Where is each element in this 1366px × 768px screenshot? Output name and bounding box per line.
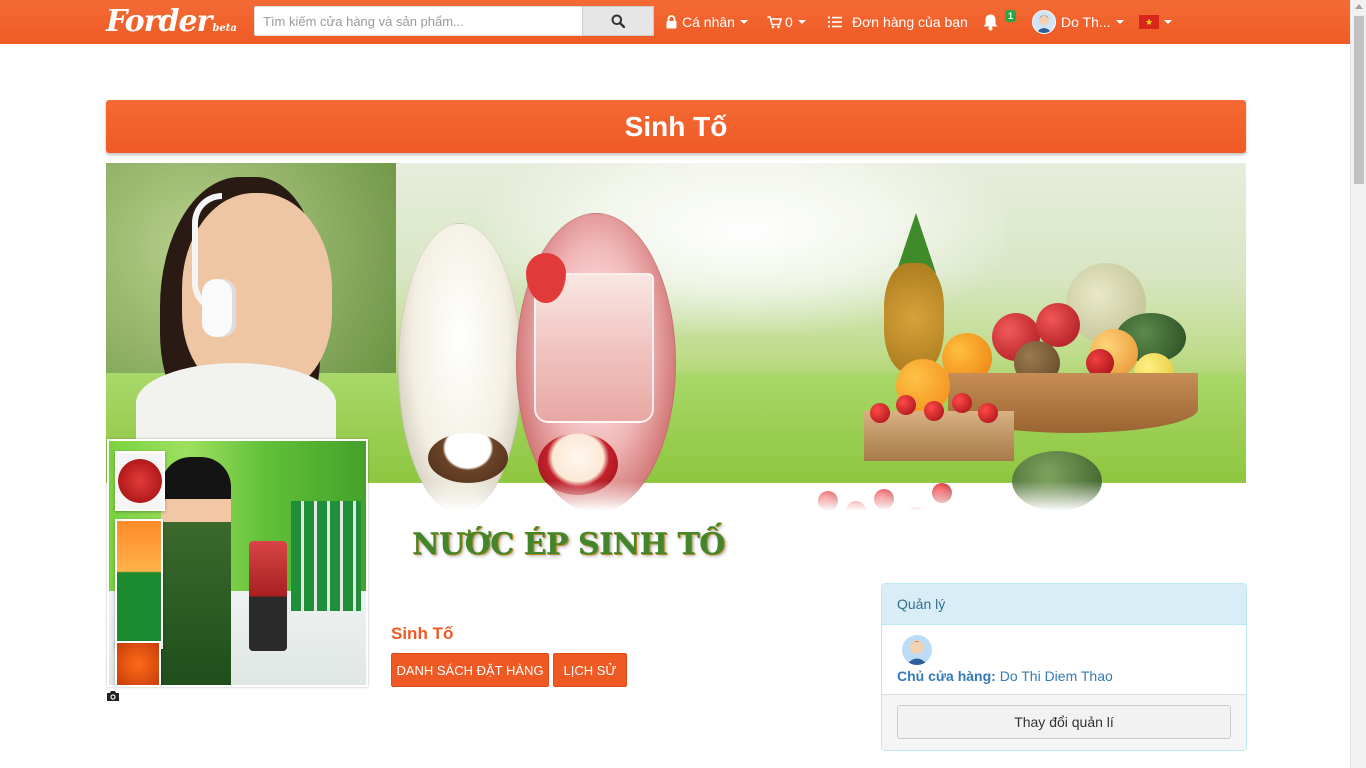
owner-line: Chủ cửa hàng: Do Thi Diem Thao: [897, 668, 1113, 684]
lock-icon: [666, 15, 677, 29]
cherry: [952, 393, 972, 413]
cart-icon: [767, 15, 782, 28]
list-icon: [828, 16, 842, 28]
chevron-down-icon: [1115, 20, 1124, 24]
manager-panel: Quản lý Chủ cửa hàng: Do Thi Diem Thao T…: [881, 583, 1247, 751]
pineapple: [884, 263, 944, 373]
shop-title-bar: Sinh Tố: [106, 100, 1246, 153]
bell-icon: [983, 14, 998, 31]
manager-panel-heading: Quản lý: [882, 584, 1246, 625]
avatar: [1032, 10, 1056, 34]
photo-blender: [249, 541, 287, 651]
forder-logo[interactable]: Forderbeta: [106, 4, 237, 40]
user-name: Do Th...: [1061, 14, 1111, 30]
top-navbar: Forderbeta Cá nhân 0 Đơn: [0, 0, 1350, 44]
page-title: Sinh Tố: [624, 110, 728, 142]
cart-count: 0: [785, 14, 793, 30]
red-apple: [1036, 303, 1080, 347]
logo-beta-badge: beta: [212, 23, 237, 34]
owner-label: Chủ cửa hàng:: [897, 668, 996, 684]
user-menu[interactable]: Do Th...: [1032, 0, 1124, 44]
manager-panel-footer: Thay đổi quản lí: [882, 695, 1246, 750]
manager-panel-body: Chủ cửa hàng: Do Thi Diem Thao: [882, 625, 1246, 695]
order-list-button[interactable]: DANH SÁCH ĐẶT HÀNG: [391, 653, 549, 687]
orders-link[interactable]: Đơn hàng của bạn: [828, 0, 968, 44]
vietnam-flag: ★: [1139, 15, 1159, 29]
camera-icon[interactable]: [106, 690, 120, 702]
photo-cups: [291, 501, 361, 611]
photo-card: [115, 519, 163, 649]
cherry: [896, 395, 916, 415]
personal-menu[interactable]: Cá nhân: [666, 0, 748, 44]
chevron-down-icon: [797, 20, 806, 24]
notification-badge: 1: [1005, 10, 1017, 22]
page-scrollbar[interactable]: [1350, 0, 1366, 768]
cherry: [870, 403, 890, 423]
cover-girl-shirt: [136, 363, 336, 443]
scrollbar-thumb[interactable]: [1354, 16, 1364, 184]
notifications-button[interactable]: [982, 0, 999, 44]
chevron-down-icon: [1164, 20, 1172, 24]
search-icon: [611, 14, 625, 28]
search-button[interactable]: [582, 6, 654, 36]
headphone-cup: [202, 279, 236, 337]
change-manager-button[interactable]: Thay đổi quản lí: [897, 705, 1231, 739]
search-bar: [254, 6, 654, 36]
logo-text: Forder: [106, 4, 212, 39]
orders-link-label: Đơn hàng của bạn: [852, 14, 968, 30]
photo-card: [115, 451, 165, 511]
photo-person: [161, 457, 231, 685]
language-menu[interactable]: ★: [1139, 0, 1172, 44]
owner-name-link[interactable]: Do Thi Diem Thao: [1000, 668, 1113, 684]
cherry: [924, 401, 944, 421]
photo-card: [115, 641, 161, 685]
coconut: [428, 433, 508, 483]
history-button[interactable]: LỊCH SỬ: [553, 653, 627, 687]
chevron-down-icon: [739, 20, 748, 24]
scroll-up-arrow-icon[interactable]: [1355, 4, 1363, 9]
shop-avatar-photo[interactable]: [107, 439, 368, 687]
cover-caption: NƯỚC ÉP SINH TỐ: [412, 527, 725, 562]
cherry: [978, 403, 998, 423]
shop-name: Sinh Tố: [391, 624, 454, 643]
personal-menu-label: Cá nhân: [682, 14, 735, 30]
avatar[interactable]: [902, 635, 932, 665]
search-input[interactable]: [255, 7, 583, 35]
cart-menu[interactable]: 0: [767, 0, 806, 44]
